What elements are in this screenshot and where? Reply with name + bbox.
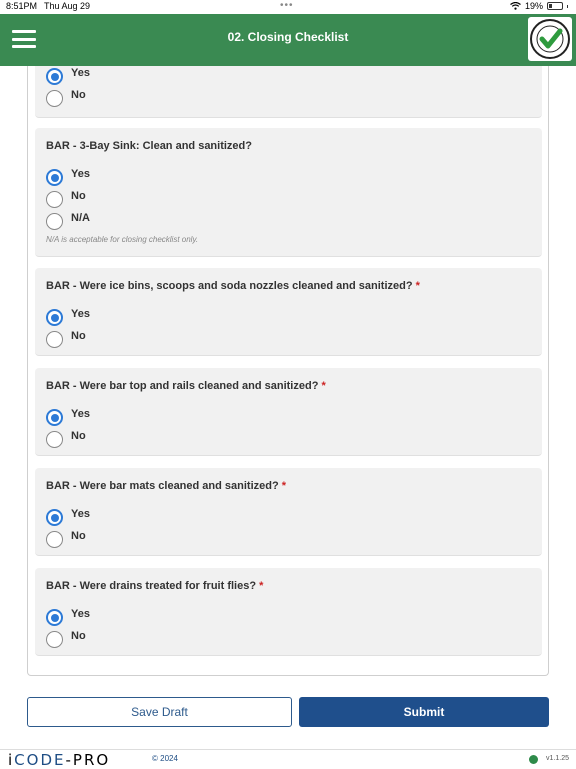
question-text: BAR - 3-Bay Sink: Clean and sanitized? bbox=[46, 140, 252, 152]
radio-button[interactable] bbox=[46, 309, 63, 326]
battery-percent: 19% bbox=[524, 1, 543, 11]
option-no[interactable]: No bbox=[46, 330, 86, 348]
required-marker: * bbox=[321, 380, 326, 392]
version-text: v1.1.25 bbox=[546, 755, 569, 762]
radio-button[interactable] bbox=[46, 631, 63, 648]
option-yes[interactable]: Yes bbox=[46, 168, 90, 186]
status-time: 8:51PM bbox=[6, 1, 38, 11]
page-title: 02. Closing Checklist bbox=[227, 30, 349, 44]
question-card-ice-bins: BAR - Were ice bins, scoops and soda noz… bbox=[35, 268, 542, 356]
question-card-bar-mats: BAR - Were bar mats cleaned and sanitize… bbox=[35, 468, 542, 556]
save-draft-button[interactable]: Save Draft bbox=[27, 697, 292, 727]
form-scroll-area[interactable]: Yes No BAR - 3-Bay Sink: Clean and sanit… bbox=[0, 66, 576, 686]
required-marker: * bbox=[281, 480, 287, 492]
required-marker: * bbox=[259, 580, 264, 592]
radio-button[interactable] bbox=[46, 90, 63, 107]
connection-status-dot-icon bbox=[529, 755, 538, 764]
status-bar: 8:51PM Thu Aug 29 ••• 19% bbox=[0, 0, 576, 14]
option-no[interactable]: No bbox=[46, 630, 86, 648]
question-card-3bay-sink: BAR - 3-Bay Sink: Clean and sanitized? Y… bbox=[35, 128, 542, 257]
question-text: BAR - Were bar top and rails cleaned and… bbox=[46, 380, 326, 392]
required-marker: * bbox=[415, 280, 420, 292]
wifi-icon bbox=[510, 2, 521, 10]
battery-icon bbox=[547, 2, 563, 10]
option-no[interactable]: No bbox=[46, 89, 86, 107]
question-card-bar-top: BAR - Were bar top and rails cleaned and… bbox=[35, 368, 542, 456]
radio-button[interactable] bbox=[46, 213, 63, 230]
radio-button[interactable] bbox=[46, 191, 63, 208]
option-yes[interactable]: Yes bbox=[46, 67, 90, 85]
radio-button[interactable] bbox=[46, 68, 63, 85]
submit-button[interactable]: Submit bbox=[299, 697, 549, 727]
question-card-partial: Yes No bbox=[35, 66, 542, 118]
option-no[interactable]: No bbox=[46, 190, 86, 208]
footer: iCODE-PRO © 2024 v1.1.25 bbox=[0, 749, 576, 769]
radio-button[interactable] bbox=[46, 331, 63, 348]
quality-control-badge-icon bbox=[528, 17, 572, 61]
question-hint: N/A is acceptable for closing checklist … bbox=[46, 235, 199, 244]
radio-button[interactable] bbox=[46, 169, 63, 186]
app-header: 02. Closing Checklist bbox=[0, 14, 576, 66]
question-card-drains: BAR - Were drains treated for fruit flie… bbox=[35, 568, 542, 656]
status-right: 19% bbox=[510, 1, 568, 11]
radio-button[interactable] bbox=[46, 409, 63, 426]
icode-pro-logo: iCODE-PRO bbox=[8, 751, 111, 769]
option-yes[interactable]: Yes bbox=[46, 408, 90, 426]
option-yes[interactable]: Yes bbox=[46, 608, 90, 626]
option-no[interactable]: No bbox=[46, 430, 86, 448]
option-no[interactable]: No bbox=[46, 530, 86, 548]
radio-button[interactable] bbox=[46, 509, 63, 526]
radio-button[interactable] bbox=[46, 609, 63, 626]
copyright-text: © 2024 bbox=[152, 754, 178, 763]
question-text: BAR - Were drains treated for fruit flie… bbox=[46, 580, 264, 592]
question-text: BAR - Were bar mats cleaned and sanitize… bbox=[46, 480, 287, 492]
option-yes[interactable]: Yes bbox=[46, 508, 90, 526]
radio-button[interactable] bbox=[46, 531, 63, 548]
option-na[interactable]: N/A bbox=[46, 212, 90, 230]
status-date: Thu Aug 29 bbox=[44, 1, 91, 11]
question-text: BAR - Were ice bins, scoops and soda noz… bbox=[46, 280, 420, 292]
multitasking-dots-icon[interactable]: ••• bbox=[280, 0, 294, 11]
option-yes[interactable]: Yes bbox=[46, 308, 90, 326]
radio-button[interactable] bbox=[46, 431, 63, 448]
